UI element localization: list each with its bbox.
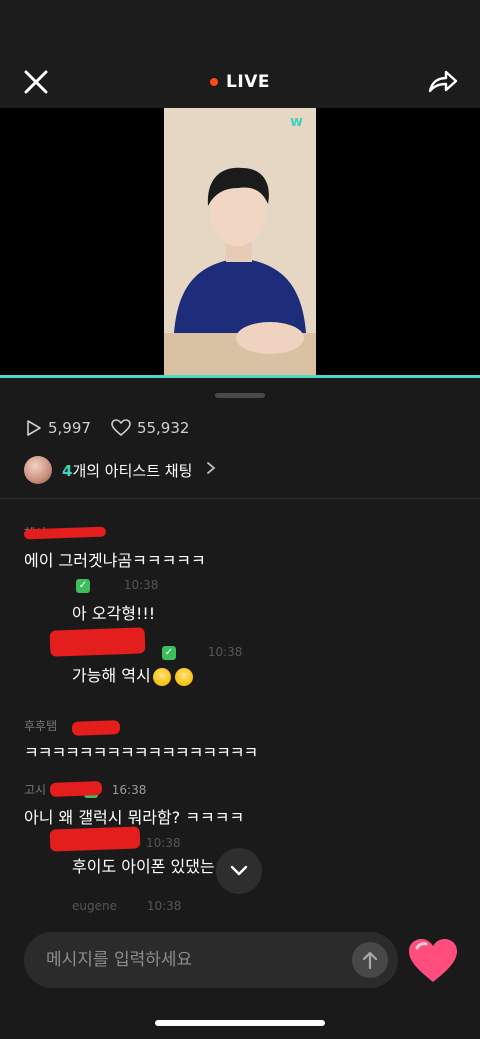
message-input-wrapper — [24, 932, 398, 988]
likes-stat: 55,932 — [111, 419, 190, 437]
heart-outline-icon — [111, 419, 131, 436]
live-label: LIVE — [226, 72, 270, 92]
chat-meta: eugene 10:38 — [72, 899, 182, 913]
stats-row: 5,997 55,932 — [24, 418, 201, 438]
artist-chat-count: 4 — [62, 461, 73, 480]
chat-meta: ✓ 10:38 — [72, 578, 158, 593]
scroll-to-bottom-button[interactable] — [216, 848, 262, 894]
chevron-right-icon — [206, 461, 216, 479]
arrow-up-icon — [362, 951, 378, 970]
chat-meta: 10:38 — [146, 836, 181, 850]
chat-message: 아니 왜 갤럭시 뭐라함? ㅋㅋㅋㅋ — [24, 808, 245, 827]
video-watermark: w — [290, 114, 303, 130]
composer-bar — [0, 918, 480, 1039]
top-bar: LIVE — [0, 0, 480, 108]
chat-message: ㅋㅋㅋㅋㅋㅋㅋㅋㅋㅋㅋㅋㅋㅋㅋㅋㅋ — [24, 743, 258, 762]
chat-message: 가능해 역시 — [72, 662, 193, 686]
redaction-mark — [23, 526, 107, 540]
likes-count: 55,932 — [136, 419, 190, 437]
share-icon[interactable] — [426, 64, 460, 98]
verified-badge: ✓ — [76, 578, 90, 593]
heart-icon — [409, 939, 457, 982]
plays-stat: 5,997 — [24, 419, 91, 437]
play-icon — [27, 420, 41, 436]
chat-meta: ✓ 10:38 — [158, 645, 242, 660]
message-input[interactable] — [24, 949, 352, 971]
live-dot — [210, 78, 219, 86]
video-frame: w — [164, 108, 316, 376]
chat-meta: 후후탬 — [24, 719, 58, 733]
chevron-down-icon — [230, 865, 248, 876]
sweat-smile-emoji-icon — [152, 667, 171, 686]
redaction-mark — [49, 627, 146, 657]
plays-count: 5,997 — [48, 419, 91, 437]
send-button[interactable] — [352, 942, 388, 978]
home-indicator — [155, 1020, 325, 1026]
redaction-mark — [49, 826, 141, 852]
chat-message: 아 오각형!!! — [72, 604, 156, 623]
drag-handle[interactable] — [215, 393, 265, 398]
artist-avatar — [24, 456, 52, 484]
video-player[interactable]: w — [0, 108, 480, 376]
artist-chat-label: 개의 아티스트 채팅 — [72, 461, 193, 480]
chat-message: 에이 그러겟냐곰ㅋㅋㅋㅋㅋ — [24, 551, 206, 570]
artist-chat-text: 4개의 아티스트 채팅 — [62, 460, 192, 481]
chat-panel: 5,997 55,932 4개의 아티스트 채팅 헤시 에이 — [0, 378, 480, 918]
artist-chat-link[interactable]: 4개의 아티스트 채팅 — [24, 455, 216, 485]
redaction-mark — [49, 781, 103, 797]
live-screen: LIVE w 5,997 55,932 4개의 아티스트 채팅 에이 그러겟냐곰… — [0, 0, 480, 1039]
live-indicator: LIVE — [0, 70, 480, 94]
heart-like-button[interactable] — [407, 938, 459, 984]
verified-badge: ✓ — [162, 645, 176, 660]
redaction-mark — [71, 720, 121, 736]
grin-emoji-icon — [174, 667, 193, 686]
